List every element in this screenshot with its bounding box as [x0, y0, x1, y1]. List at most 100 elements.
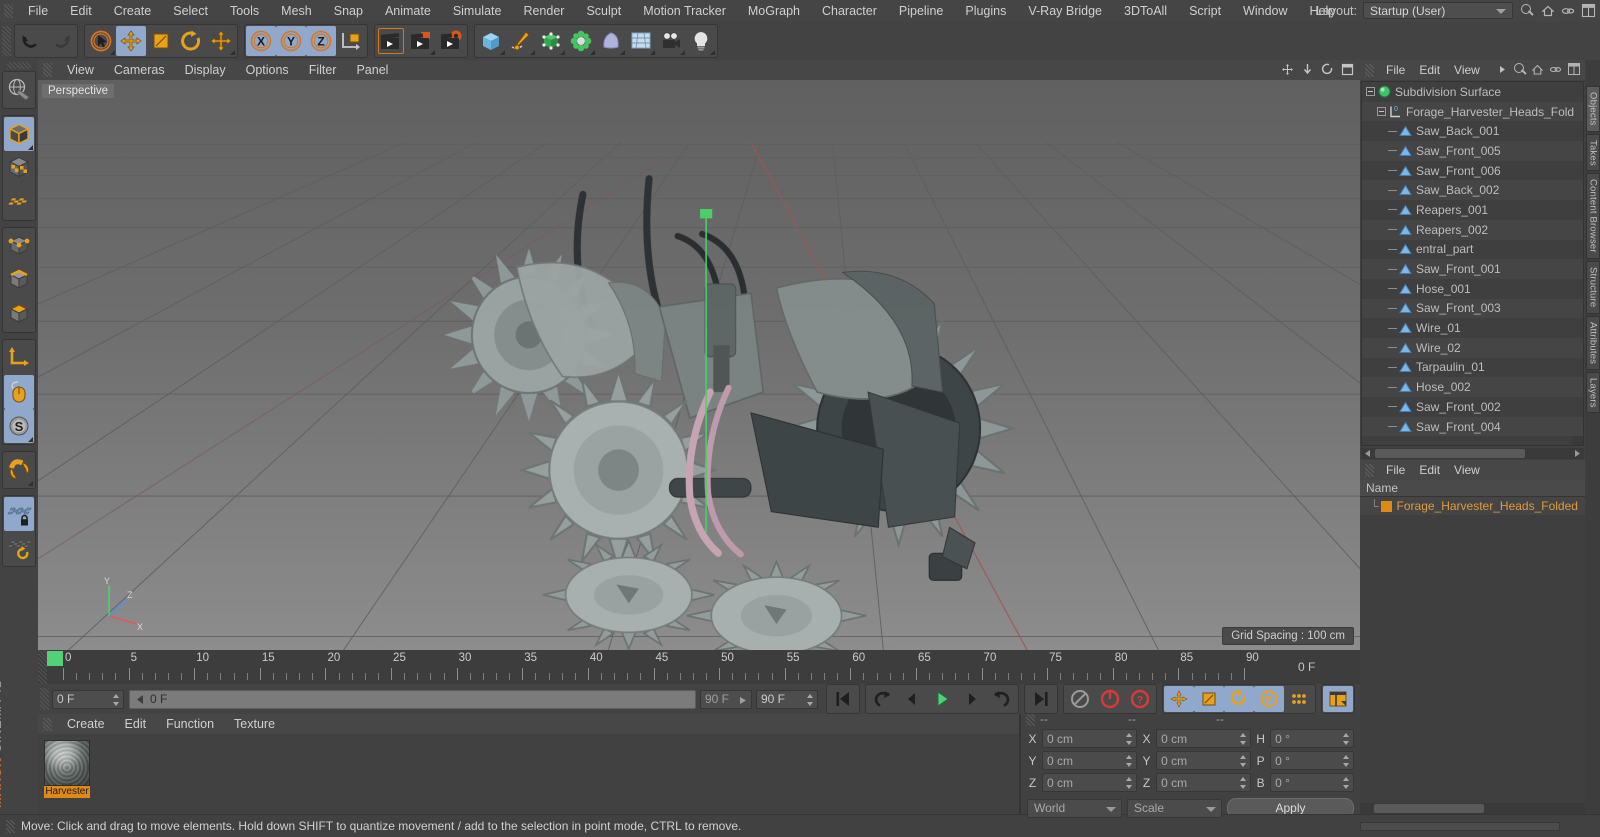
add-generator-button[interactable]: [536, 26, 566, 56]
viewport-menu-options[interactable]: Options: [236, 60, 299, 80]
lock-y-axis-button[interactable]: Y: [276, 26, 306, 56]
layer-list-body[interactable]: [1360, 515, 1585, 803]
move-tool-button[interactable]: [116, 26, 146, 56]
render-to-picture-viewer-button[interactable]: [406, 26, 436, 56]
viewport-menu-display[interactable]: Display: [175, 60, 236, 80]
menu-overflow-icon[interactable]: [1498, 65, 1507, 74]
range-end-spinner[interactable]: [807, 693, 814, 706]
material-menu-function[interactable]: Function: [156, 714, 224, 734]
range-end-small-field[interactable]: 90 F: [700, 689, 752, 709]
zoom-view-icon[interactable]: [1301, 63, 1314, 76]
menu-item-mesh[interactable]: Mesh: [270, 0, 323, 22]
object-tree-row[interactable]: Hose_002: [1362, 377, 1583, 397]
tab-takes[interactable]: Takes: [1585, 133, 1600, 172]
timeline-frame-readout[interactable]: 0 F: [1292, 650, 1360, 684]
viewport-solo-button[interactable]: [4, 375, 34, 409]
add-camera-button[interactable]: [656, 26, 686, 56]
point-mode-button[interactable]: [4, 229, 34, 263]
step-back-button[interactable]: [897, 686, 927, 712]
render-settings-button[interactable]: [436, 26, 466, 56]
redo-button[interactable]: [46, 26, 76, 56]
object-tree-row[interactable]: 0 Forage_Harvester_Heads_Fold: [1362, 101, 1583, 122]
rotation-h-field[interactable]: 0 °: [1270, 729, 1354, 748]
add-spline-button[interactable]: [506, 26, 536, 56]
menu-item-window[interactable]: Window: [1232, 0, 1298, 22]
link-icon-om[interactable]: [1549, 63, 1562, 76]
object-tree-row[interactable]: Saw_Front_006: [1362, 160, 1583, 181]
key-scale-button[interactable]: [1194, 686, 1224, 712]
menu-item-create[interactable]: Create: [103, 0, 163, 22]
lock-z-axis-button[interactable]: Z: [306, 26, 336, 56]
size-y-spinner[interactable]: [1240, 755, 1247, 767]
scroll-right-arrow-icon[interactable]: [1573, 449, 1582, 458]
key-position-button[interactable]: [1164, 686, 1194, 712]
workplane-button[interactable]: [4, 185, 34, 219]
position-z-spinner[interactable]: [1126, 777, 1133, 789]
keyframe-help-button[interactable]: ?: [1125, 686, 1155, 712]
cube-expand-corner[interactable]: [500, 50, 505, 55]
menu-grip[interactable]: [4, 4, 13, 18]
tool-expand-corner[interactable]: [110, 50, 115, 55]
magnet-expand-corner[interactable]: [28, 481, 33, 486]
object-tree[interactable]: Subdivision Surface 0 Forage_Harvester_Hea…: [1361, 81, 1584, 446]
menu-item-tools[interactable]: Tools: [219, 0, 270, 22]
go-to-end-button[interactable]: [1026, 686, 1056, 712]
rotation-p-spinner[interactable]: [1342, 755, 1350, 767]
frame-slider-track[interactable]: 0 F: [129, 689, 696, 709]
add-floor-sky-button[interactable]: [626, 26, 656, 56]
object-tree-row[interactable]: Subdivision Surface: [1362, 82, 1583, 102]
start-frame-field[interactable]: 0 F: [52, 689, 124, 709]
scale-tool-button[interactable]: [146, 26, 176, 56]
layout-grid-icon[interactable]: [1581, 3, 1596, 18]
viewport-grip[interactable]: [43, 63, 52, 77]
status-bar-grip[interactable]: [6, 819, 15, 833]
layer-hscroll-thumb[interactable]: [1374, 804, 1484, 813]
spline-expand-corner[interactable]: [530, 50, 535, 55]
current-frame-marker[interactable]: [47, 651, 63, 666]
material-thumbnail[interactable]: [44, 740, 90, 786]
object-tree-row[interactable]: Saw_Front_003: [1362, 298, 1583, 319]
link-icon[interactable]: [1561, 4, 1575, 18]
coordinate-mode-dropdown[interactable]: Scale: [1127, 798, 1222, 818]
viewport-menu-view[interactable]: View: [57, 60, 104, 80]
tab-content-browser[interactable]: Content Browser: [1585, 173, 1600, 260]
object-tree-hscroll-thumb[interactable]: [1375, 449, 1525, 458]
left-toolbar-grip[interactable]: [7, 62, 31, 69]
object-manager-grip[interactable]: [1365, 63, 1374, 77]
size-y-field[interactable]: 0 cm: [1156, 751, 1252, 770]
menu-item-simulate[interactable]: Simulate: [442, 0, 513, 22]
autokeying-button[interactable]: [1095, 686, 1125, 712]
menu-item-plugins[interactable]: Plugins: [954, 0, 1017, 22]
animation-layout-button[interactable]: [1323, 686, 1353, 712]
texture-mode-button[interactable]: [4, 151, 34, 185]
next-keyframe-button[interactable]: [987, 686, 1017, 712]
play-button[interactable]: [927, 686, 957, 712]
key-parameter-button[interactable]: P: [1254, 686, 1284, 712]
timeline-controls-grip[interactable]: [40, 688, 49, 710]
menu-item-pipeline[interactable]: Pipeline: [888, 0, 954, 22]
add-cube-primitive-button[interactable]: [476, 26, 506, 56]
enable-axis-modification-button[interactable]: [4, 341, 34, 375]
material-menu-create[interactable]: Create: [57, 714, 115, 734]
object-tree-row[interactable]: Reapers_002: [1362, 219, 1583, 240]
layer-color-swatch[interactable]: [1380, 500, 1392, 512]
size-x-spinner[interactable]: [1240, 733, 1247, 745]
lock-x-axis-button[interactable]: X: [246, 26, 276, 56]
object-tree-scrollbar-horizontal[interactable]: [1361, 448, 1584, 459]
material-menu-texture[interactable]: Texture: [224, 714, 285, 734]
layer-manager-menu-edit[interactable]: Edit: [1412, 460, 1447, 480]
move-duplicate-tool-button[interactable]: [206, 26, 236, 56]
layer-manager-grip[interactable]: [1365, 463, 1374, 477]
layer-column-header[interactable]: Name: [1360, 480, 1585, 497]
render-view-button[interactable]: [376, 26, 406, 56]
world-object-coordinates-button[interactable]: [336, 26, 366, 56]
tool-expand-corner-2[interactable]: [230, 50, 235, 55]
render-expand-corner[interactable]: [430, 50, 435, 55]
viewport-menu-cameras[interactable]: Cameras: [104, 60, 175, 80]
range-end-field[interactable]: 90 F: [756, 689, 818, 709]
position-y-spinner[interactable]: [1126, 755, 1133, 767]
menu-item-sculpt[interactable]: Sculpt: [575, 0, 632, 22]
object-tree-row[interactable]: Hose_001: [1362, 278, 1583, 299]
tab-structure[interactable]: Structure: [1585, 261, 1600, 314]
lock-workplane-button[interactable]: [4, 497, 34, 531]
